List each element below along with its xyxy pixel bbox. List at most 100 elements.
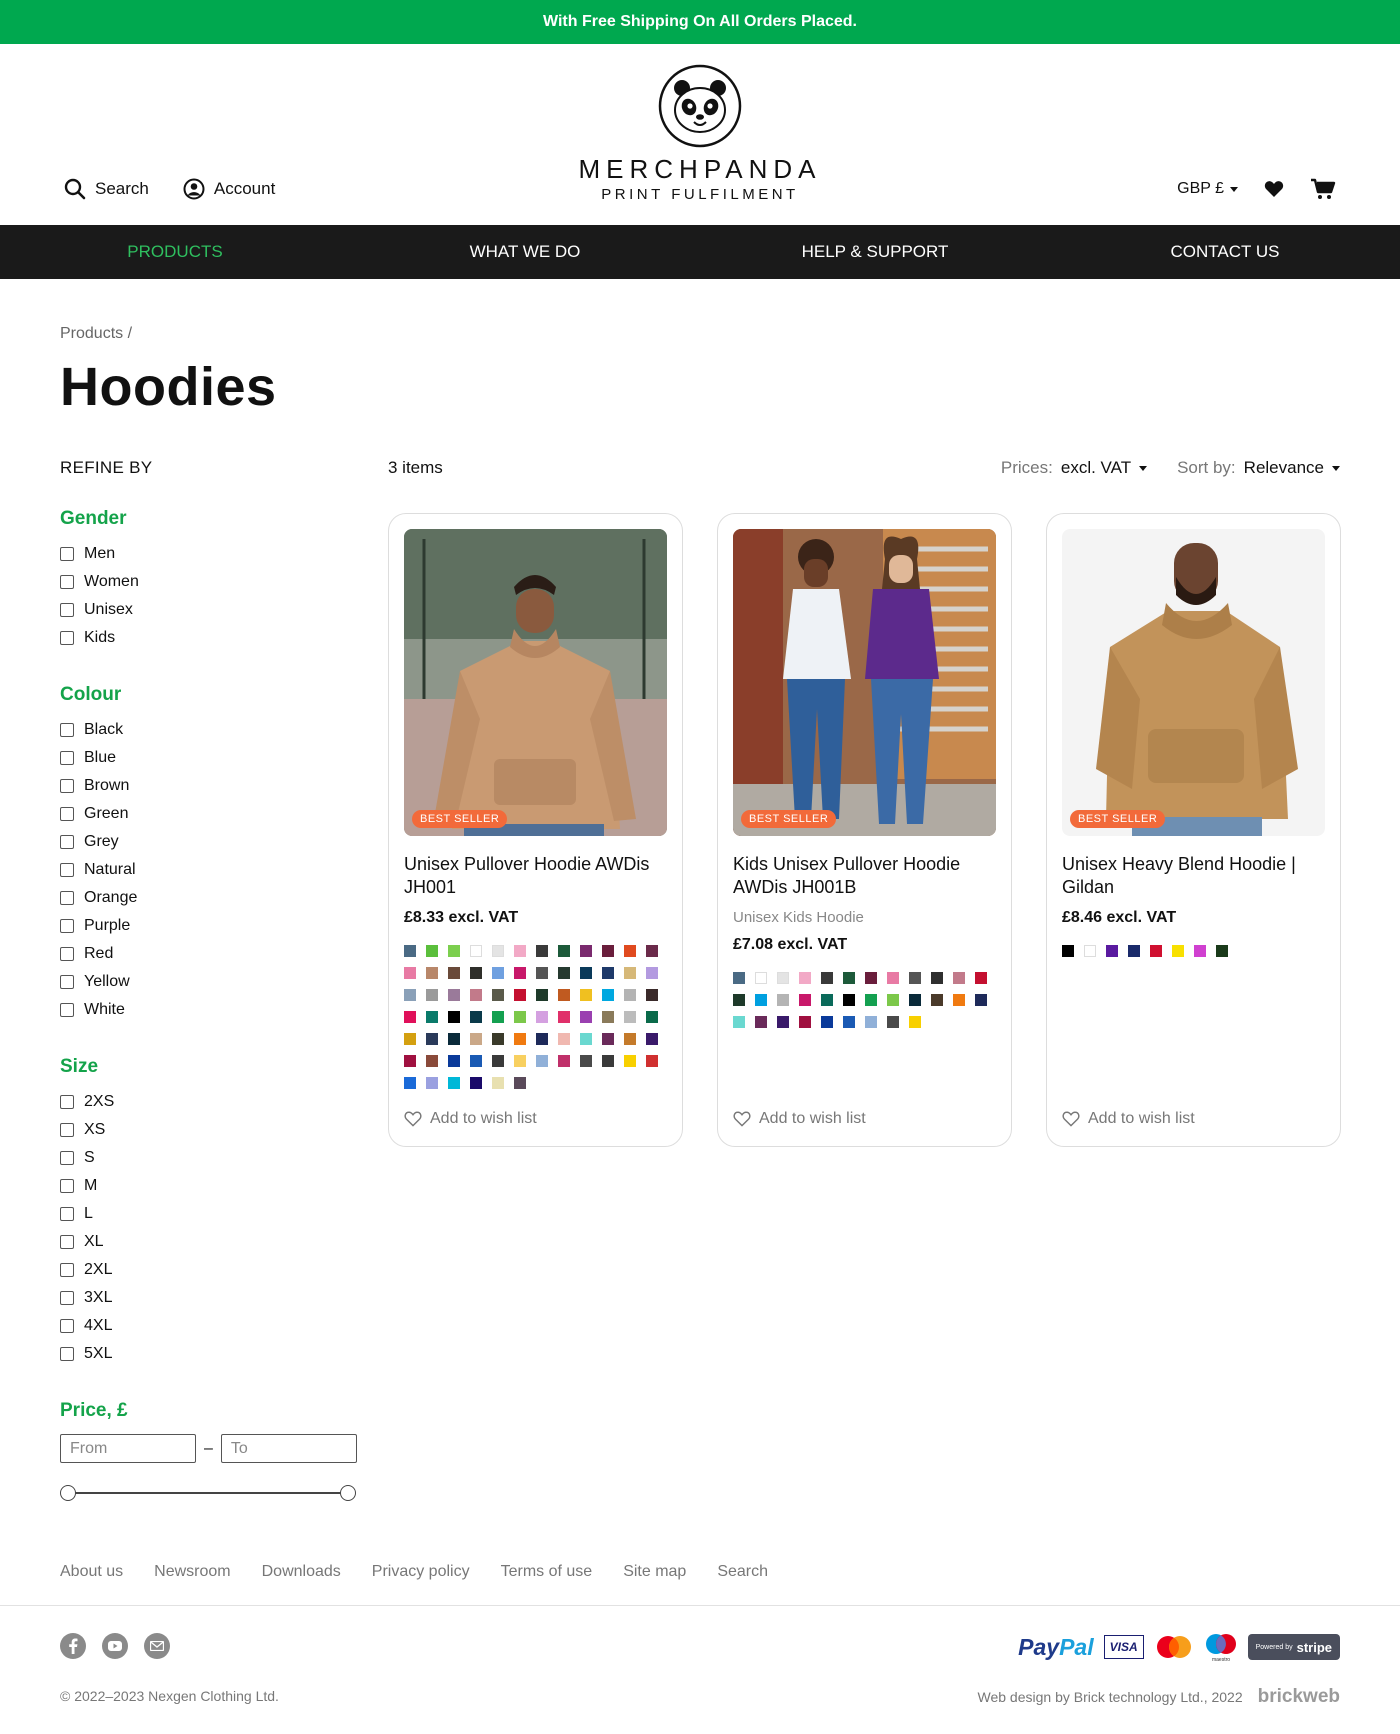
nav-item-products[interactable]: PRODUCTS [0, 225, 350, 279]
checkbox[interactable] [60, 1347, 74, 1361]
colour-swatch[interactable] [470, 1033, 482, 1045]
product-card[interactable]: BEST SELLER Kids Unisex Pullover Hoodie … [717, 513, 1012, 1147]
add-to-wishlist-button[interactable]: Add to wish list [733, 1110, 866, 1128]
colour-swatch[interactable] [843, 1016, 855, 1028]
colour-swatch[interactable] [821, 994, 833, 1006]
checkbox[interactable] [60, 1235, 74, 1249]
product-card[interactable]: BEST SELLER Unisex Heavy Blend Hoodie | … [1046, 513, 1341, 1147]
filter-option[interactable]: Green [60, 800, 360, 828]
price-to-input[interactable] [220, 1434, 357, 1463]
colour-swatch[interactable] [514, 967, 526, 979]
colour-swatch[interactable] [602, 1055, 614, 1067]
colour-swatch[interactable] [492, 1011, 504, 1023]
colour-swatch[interactable] [426, 1011, 438, 1023]
colour-swatch[interactable] [448, 1011, 460, 1023]
filter-option[interactable]: Women [60, 568, 360, 596]
colour-swatch[interactable] [492, 1055, 504, 1067]
colour-swatch[interactable] [404, 967, 416, 979]
colour-swatch[interactable] [777, 1016, 789, 1028]
colour-swatch[interactable] [624, 1033, 636, 1045]
footer-link-about[interactable]: About us [60, 1563, 123, 1581]
colour-swatch[interactable] [448, 1033, 460, 1045]
colour-swatch[interactable] [646, 989, 658, 1001]
colour-swatch[interactable] [448, 989, 460, 1001]
checkbox[interactable] [60, 835, 74, 849]
colour-swatch[interactable] [602, 945, 614, 957]
site-logo[interactable]: MERCHPANDA PRINT FULFILMENT [550, 64, 850, 203]
colour-swatch[interactable] [426, 945, 438, 957]
colour-swatch[interactable] [558, 967, 570, 979]
colour-swatch[interactable] [953, 994, 965, 1006]
colour-swatch[interactable] [624, 1011, 636, 1023]
add-to-wishlist-button[interactable]: Add to wish list [1062, 1110, 1195, 1128]
checkbox[interactable] [60, 751, 74, 765]
colour-swatch[interactable] [404, 945, 416, 957]
product-image[interactable]: BEST SELLER [733, 529, 996, 836]
product-card[interactable]: BEST SELLER Unisex Pullover Hoodie AWDis… [388, 513, 683, 1147]
colour-swatch[interactable] [404, 1077, 416, 1089]
product-name[interactable]: Kids Unisex Pullover Hoodie AWDis JH001B [733, 853, 996, 899]
slider-handle-min[interactable] [60, 1485, 76, 1501]
footer-link-search[interactable]: Search [717, 1563, 768, 1581]
colour-swatch[interactable] [931, 972, 943, 984]
price-from-input[interactable] [60, 1434, 196, 1463]
filter-option[interactable]: Unisex [60, 596, 360, 624]
colour-swatch[interactable] [470, 1077, 482, 1089]
filter-option[interactable]: Purple [60, 912, 360, 940]
filter-option[interactable]: Yellow [60, 968, 360, 996]
colour-swatch[interactable] [953, 972, 965, 984]
colour-swatch[interactable] [975, 972, 987, 984]
colour-swatch[interactable] [514, 1033, 526, 1045]
filter-option[interactable]: L [60, 1200, 360, 1228]
checkbox[interactable] [60, 947, 74, 961]
footer-link-sitemap[interactable]: Site map [623, 1563, 686, 1581]
colour-swatch[interactable] [536, 1011, 548, 1023]
colour-swatch[interactable] [821, 1016, 833, 1028]
checkbox[interactable] [60, 1179, 74, 1193]
colour-swatch[interactable] [492, 1033, 504, 1045]
filter-option[interactable]: Grey [60, 828, 360, 856]
colour-swatch[interactable] [404, 989, 416, 1001]
colour-swatch[interactable] [865, 994, 877, 1006]
facebook-icon[interactable] [60, 1633, 86, 1659]
colour-swatch[interactable] [448, 967, 460, 979]
prices-dropdown[interactable]: Prices: excl. VAT [1001, 458, 1148, 478]
colour-swatch[interactable] [602, 1011, 614, 1023]
colour-swatch[interactable] [1194, 945, 1206, 957]
product-name[interactable]: Unisex Pullover Hoodie AWDis JH001 [404, 853, 667, 899]
filter-option[interactable]: Orange [60, 884, 360, 912]
checkbox[interactable] [60, 1263, 74, 1277]
colour-swatch[interactable] [733, 1016, 745, 1028]
colour-swatch[interactable] [492, 1077, 504, 1089]
colour-swatch[interactable] [909, 972, 921, 984]
colour-swatch[interactable] [1216, 945, 1228, 957]
colour-swatch[interactable] [1106, 945, 1118, 957]
colour-swatch[interactable] [975, 994, 987, 1006]
heart-icon[interactable] [1264, 180, 1284, 198]
colour-swatch[interactable] [624, 1055, 636, 1067]
colour-swatch[interactable] [536, 945, 548, 957]
colour-swatch[interactable] [426, 1077, 438, 1089]
footer-link-newsroom[interactable]: Newsroom [154, 1563, 230, 1581]
colour-swatch[interactable] [470, 1055, 482, 1067]
colour-swatch[interactable] [799, 972, 811, 984]
colour-swatch[interactable] [426, 967, 438, 979]
colour-swatch[interactable] [799, 1016, 811, 1028]
colour-swatch[interactable] [602, 967, 614, 979]
colour-swatch[interactable] [909, 994, 921, 1006]
filter-option[interactable]: Brown [60, 772, 360, 800]
colour-swatch[interactable] [580, 1055, 592, 1067]
colour-swatch[interactable] [558, 945, 570, 957]
colour-swatch[interactable] [470, 989, 482, 1001]
nav-item-contact-us[interactable]: CONTACT US [1050, 225, 1400, 279]
slider-handle-max[interactable] [340, 1485, 356, 1501]
colour-swatch[interactable] [514, 989, 526, 1001]
currency-selector[interactable]: GBP £ [1177, 180, 1238, 198]
checkbox[interactable] [60, 603, 74, 617]
checkbox[interactable] [60, 919, 74, 933]
colour-swatch[interactable] [887, 1016, 899, 1028]
filter-option[interactable]: Red [60, 940, 360, 968]
colour-swatch[interactable] [580, 967, 592, 979]
colour-swatch[interactable] [865, 1016, 877, 1028]
colour-swatch[interactable] [1150, 945, 1162, 957]
